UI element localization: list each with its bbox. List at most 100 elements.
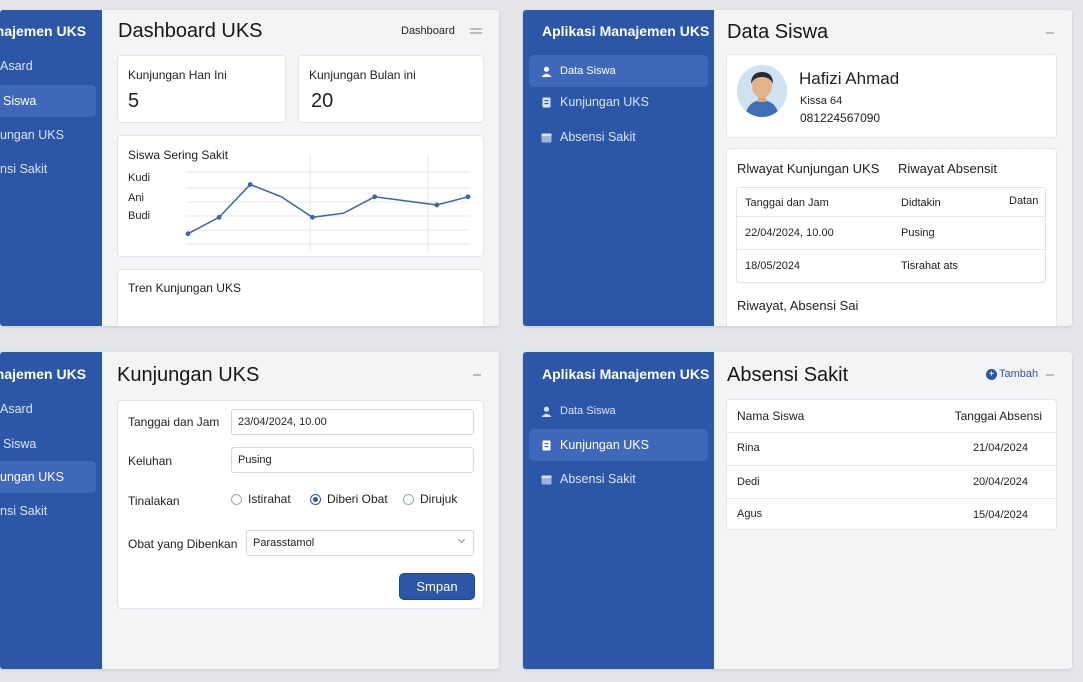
minimize-icon[interactable] xyxy=(1046,32,1054,34)
main-content: Absensi Sakit + Tambah Nama Siswa Tangga… xyxy=(714,352,1072,669)
table-row[interactable]: Dedi 20/04/2024 xyxy=(727,465,1056,498)
complaint-input[interactable]: Pusing xyxy=(231,447,474,473)
table-row[interactable]: Rina 21/04/2024 xyxy=(727,432,1056,465)
radio-label: Istirahat xyxy=(248,492,291,506)
column-header: Tanggai Absensi xyxy=(954,409,1042,423)
radio-circle xyxy=(231,493,242,505)
sidebar-title: anajemen UKS xyxy=(0,23,87,39)
sidebar-title: Aplikasi Manajemen UKS xyxy=(542,23,710,39)
sidebar-item-dashboard[interactable]: Asard xyxy=(0,393,96,425)
stat-card-today: Kunjungan Han Ini 5 xyxy=(117,55,286,123)
sidebar-item-absensi[interactable]: nsi Sakit xyxy=(0,495,96,527)
data-point xyxy=(310,214,315,220)
menu-icon[interactable] xyxy=(470,28,484,36)
sidebar-item-kunjungan[interactable]: ungan UKS xyxy=(0,461,96,493)
history-card: Rlwayat Kunjungan UKS Riwayat Absensit T… xyxy=(726,148,1057,326)
field-label-complaint: Keluhan xyxy=(128,454,173,468)
input-value: Pusing xyxy=(238,454,272,466)
clipboard-icon xyxy=(541,97,552,108)
column-header: Datan xyxy=(1009,195,1039,207)
tab-riwayat-absensi[interactable]: Riwayat Absensit xyxy=(898,161,997,176)
sidebar-item-dashboard[interactable]: Asard xyxy=(0,50,96,82)
trend-title: Tren Kunjungan UKS xyxy=(128,281,241,295)
visit-form-card: Tanggai dan Jam 23/04/2024, 10.00 Keluha… xyxy=(117,400,484,609)
sidebar-item-label: nsi Sakit xyxy=(0,162,48,176)
dashboard-window: anajemen UKS Asard Siswa ungan UKS nsi S… xyxy=(0,10,499,326)
avatar xyxy=(737,65,787,117)
main-content: Data Siswa Hafizi Ahmad Kissa 64 0812245… xyxy=(714,10,1072,326)
sidebar-item-absensi[interactable]: nsi Sakit xyxy=(0,153,96,185)
sidebar: anajemen UKS Asard Siswa ungan UKS nsi S… xyxy=(0,10,102,326)
save-button[interactable]: Smpan xyxy=(399,573,475,600)
radio-circle xyxy=(310,493,321,505)
cell-name: Rina xyxy=(737,442,760,454)
data-siswa-window: Aplikasi Manajemen UKS Data Siswa Kunjun… xyxy=(523,10,1072,326)
line-chart xyxy=(185,154,471,250)
y-tick-label: Budi xyxy=(128,210,151,222)
data-point xyxy=(247,182,253,187)
sidebar-item-kunjungan[interactable]: Kunjungan UKS xyxy=(529,86,708,118)
minimize-icon[interactable] xyxy=(473,374,481,376)
sidebar-item-label: Data Siswa xyxy=(560,405,616,417)
kunjungan-window: anajemen UKS Asard Siswa ungan UKS nsi S… xyxy=(0,352,499,669)
sidebar-item-absensi[interactable]: Absensi Sakit xyxy=(529,121,708,153)
data-point xyxy=(465,194,471,200)
sidebar-item-label: Asard xyxy=(0,402,33,416)
student-class: Kissa 64 xyxy=(800,95,843,107)
radio-istirahat[interactable]: Istirahat xyxy=(231,492,291,506)
stat-value: 5 xyxy=(128,90,140,112)
sidebar-item-siswa[interactable]: Siswa xyxy=(0,428,96,460)
sidebar-item-data-siswa[interactable]: Data Siswa xyxy=(529,55,708,87)
table-row[interactable]: Agus 15/04/2024 xyxy=(727,498,1056,531)
table-row[interactable]: 18/05/2024 Tisrahat ats xyxy=(737,249,1045,283)
sidebar-item-kunjungan[interactable]: ungan UKS xyxy=(0,119,96,151)
sidebar-item-data-siswa[interactable]: Data Siswa xyxy=(529,395,708,427)
tab-riwayat-kunjungan[interactable]: Rlwayat Kunjungan UKS xyxy=(737,161,879,176)
sidebar-item-label: ungan UKS xyxy=(0,470,64,484)
trend-card: Tren Kunjungan UKS xyxy=(117,269,484,326)
stat-value: 20 xyxy=(311,90,334,112)
table-row[interactable]: 22/04/2024, 10.00 Pusing xyxy=(737,216,1045,249)
sidebar-item-label: nsi Sakit xyxy=(0,504,48,518)
radio-label: Diberi Obat xyxy=(327,492,388,506)
sidebar-item-kunjungan[interactable]: Kunjungan UKS xyxy=(529,429,708,461)
radio-label: Dirujuk xyxy=(420,492,458,506)
page-title: Kunjungan UKS xyxy=(117,364,260,386)
minimize-icon[interactable] xyxy=(1046,374,1054,376)
cell-name: Dedi xyxy=(737,476,760,488)
sidebar-item-siswa[interactable]: Siswa xyxy=(0,85,96,117)
cell-name: Agus xyxy=(737,508,763,520)
main-content: Dashboard UKS Dashboard Kunjungan Han In… xyxy=(102,10,499,326)
sidebar-item-label: Absensi Sakit xyxy=(560,472,636,486)
sidebar-item-label: Siswa xyxy=(3,94,37,108)
sidebar-item-label: Data Siswa xyxy=(560,65,616,77)
page-title: Dashboard UKS xyxy=(118,20,263,42)
section-title: Riwayat, Absensi Sai xyxy=(737,298,859,313)
select-value: Parasstamol xyxy=(253,537,315,549)
column-header: Didtakin xyxy=(901,197,941,209)
radio-diberi-obat[interactable]: Diberi Obat xyxy=(310,492,388,506)
student-phone: 081224567090 xyxy=(800,111,881,125)
add-button[interactable]: + Tambah xyxy=(986,368,1038,380)
stat-label: Kunjungan Han Ini xyxy=(128,68,227,82)
data-point xyxy=(372,194,378,200)
radio-dirujuk[interactable]: Dirujuk xyxy=(403,492,457,506)
breadcrumb[interactable]: Dashboard xyxy=(401,25,455,37)
student-profile-card: Hafizi Ahmad Kissa 64 081224567090 xyxy=(726,54,1057,138)
chevron-down-icon xyxy=(457,535,466,544)
sidebar-item-label: Absensi Sakit xyxy=(560,130,636,144)
medicine-select[interactable]: Parasstamol xyxy=(246,530,474,556)
calendar-icon xyxy=(541,474,552,485)
sidebar-item-label: Asard xyxy=(0,59,33,73)
sidebar: Aplikasi Manajemen UKS Data Siswa Kunjun… xyxy=(523,10,714,326)
date-time-input[interactable]: 23/04/2024, 10.00 xyxy=(231,409,474,435)
field-label-date: Tanggai dan Jam xyxy=(128,415,220,429)
data-point xyxy=(434,202,440,208)
cell-complaint: Pusing xyxy=(901,227,935,239)
sidebar-item-label: ungan UKS xyxy=(0,128,64,142)
cell-date: 15/04/2024 xyxy=(972,509,1028,521)
sidebar-item-absensi[interactable]: Absensi Sakit xyxy=(529,463,708,495)
sidebar-title: anajemen UKS xyxy=(0,366,87,382)
sidebar: anajemen UKS Asard Siswa ungan UKS nsi S… xyxy=(0,352,102,669)
sidebar-item-label: Siswa xyxy=(3,437,37,451)
